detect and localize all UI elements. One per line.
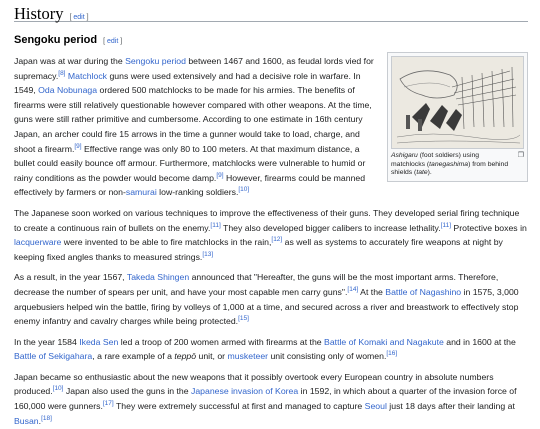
subsection-heading: Sengoku period [14,34,98,46]
paragraph-5: Japan became so enthusiastic about the n… [14,371,517,426]
link-oda-nobunaga[interactable]: Oda Nobunaga [38,85,97,95]
edit-section-link[interactable]: [ edit ] [70,14,89,21]
citation[interactable]: [12] [271,236,282,243]
edit-link-label[interactable]: edit [73,14,84,21]
link-takeda-shingen[interactable]: Takeda Shingen [127,272,189,282]
paragraph-3: As a result, in the year 1567, Takeda Sh… [14,272,519,327]
link-busan[interactable]: Busan [14,416,39,426]
paragraph-4: In the year 1584 Ikeda Sen led a troop o… [14,336,516,362]
link-samurai[interactable]: samurai [126,187,157,197]
subsection-heading-row: Sengoku period [ edit ] [14,34,528,50]
link-battle-of-nagashino[interactable]: Battle of Nagashino [385,287,461,297]
citation[interactable]: [8] [58,70,65,77]
citation[interactable]: [17] [103,400,114,407]
link-musketeer[interactable]: musketeer [227,351,268,361]
citation[interactable]: [11] [441,222,451,229]
citation[interactable]: [15] [238,315,249,322]
enlarge-icon[interactable]: ❐ [518,152,524,161]
illustration-graphic [392,57,523,148]
figure-caption: Ashigaru (foot soldiers) using matchlock… [391,152,524,176]
link-lacquerware[interactable]: lacquerware [14,237,61,247]
citation[interactable]: [14] [347,286,358,293]
link-battle-of-komaki-and-nagakute[interactable]: Battle of Komaki and Nagakute [324,337,444,347]
link-battle-of-sekigahara[interactable]: Battle of Sekigahara [14,351,92,361]
citation[interactable]: [11] [210,222,220,229]
paragraph-2: The Japanese soon worked on various tech… [14,207,527,262]
link-japanese-invasion-of-korea[interactable]: Japanese invasion of Korea [191,386,298,396]
section-heading: History [14,4,64,23]
citation[interactable]: [13] [202,251,213,258]
citation[interactable]: [18] [41,415,52,422]
ashigaru-matchlock-illustration[interactable] [391,56,524,149]
link-matchlock[interactable]: Matchlock [68,71,107,81]
figure-thumbnail: Ashigaru (foot soldiers) using matchlock… [387,52,528,182]
citation[interactable]: [9] [74,143,81,150]
article-body: History [ edit ] Sengoku period [ edit ] [0,0,540,429]
citation[interactable]: [10] [53,386,64,393]
citation[interactable]: [16] [386,350,397,358]
edit-link-label[interactable]: edit [107,38,118,45]
link-sengoku-period[interactable]: Sengoku period [125,56,186,66]
citation[interactable]: [10] [238,186,249,194]
citation[interactable]: [9] [216,172,223,179]
history-heading-row: History [ edit ] [14,0,528,23]
edit-subsection-link[interactable]: [ edit ] [103,38,122,45]
link-seoul[interactable]: Seoul [365,401,387,411]
link-ikeda-sen[interactable]: Ikeda Sen [79,337,118,347]
